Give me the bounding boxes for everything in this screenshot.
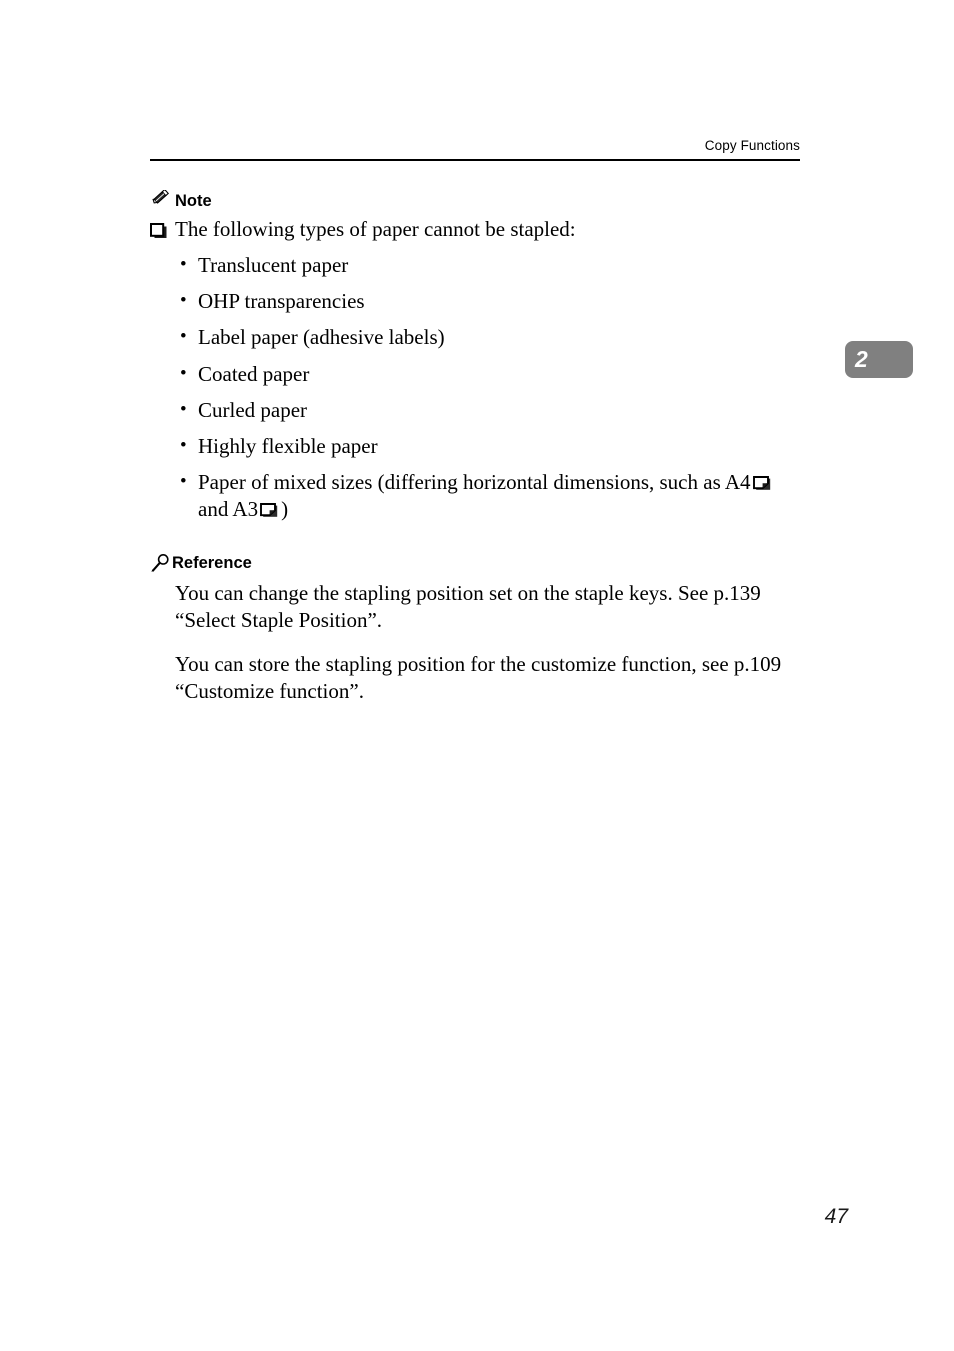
list-item: • Translucent paper (150, 252, 800, 279)
note-item: The following types of paper cannot be s… (150, 216, 800, 243)
chapter-tab-number: 2 (855, 345, 868, 372)
paper-landscape-icon (752, 475, 772, 491)
note-section-heading: Note (152, 188, 800, 210)
note-item-text: The following types of paper cannot be s… (175, 217, 576, 241)
list-item-label: Highly flexible paper (198, 433, 378, 458)
bullet-glyph: • (180, 254, 187, 276)
list-item-label: Curled paper (198, 397, 308, 422)
bullet-glyph: • (180, 362, 187, 384)
list-item: • Highly flexible paper (150, 433, 800, 460)
page-content: Note The following types of paper cannot… (150, 188, 800, 705)
chapter-tab: 2 (845, 341, 913, 378)
reference-section-heading: Reference (150, 553, 800, 573)
reference-paragraph: You can change the stapling position set… (175, 580, 761, 633)
mixed-sizes-lead-text: Paper of mixed sizes (differing horizont… (198, 469, 751, 494)
list-item-label: Translucent paper (198, 253, 349, 278)
header-rule (150, 159, 800, 161)
page-number: 47 (824, 1205, 848, 1228)
reference-heading-label: Reference (172, 554, 252, 573)
bullet-glyph: • (180, 470, 187, 492)
list-item-label: Label paper (adhesive labels) (198, 325, 445, 350)
mixed-sizes-middle-text: and (198, 496, 229, 521)
bullet-glyph: • (180, 398, 187, 420)
checkbox-square-icon (150, 220, 175, 247)
mixed-sizes-tail-text: ) (281, 496, 289, 521)
list-item-label: Coated paper (198, 361, 310, 386)
mixed-sizes-size2-text: A3 (232, 496, 259, 521)
magnifier-icon (150, 553, 172, 573)
list-item-mixed-sizes-label: Paper of mixed sizes (differing horizont… (198, 469, 800, 523)
list-item: • Curled paper (150, 397, 800, 424)
bullet-glyph: • (180, 290, 187, 312)
list-item: • Coated paper (150, 361, 800, 388)
running-header-title: Copy Functions (704, 138, 800, 153)
list-item-label: OHP transparencies (198, 289, 365, 314)
pencil-icon (152, 188, 175, 210)
paper-landscape-icon (260, 502, 279, 518)
list-item-mixed-sizes: • Paper of mixed sizes (differing horizo… (150, 469, 800, 523)
bullet-glyph: • (180, 434, 187, 456)
list-item: • OHP transparencies (150, 288, 800, 315)
paper-types-list: • Translucent paper • OHP transparencies… (150, 252, 800, 523)
note-heading-label: Note (175, 191, 212, 210)
bullet-glyph: • (180, 326, 187, 348)
list-item: • Label paper (adhesive labels) (150, 324, 800, 351)
reference-paragraph: You can store the stapling position for … (175, 651, 782, 703)
